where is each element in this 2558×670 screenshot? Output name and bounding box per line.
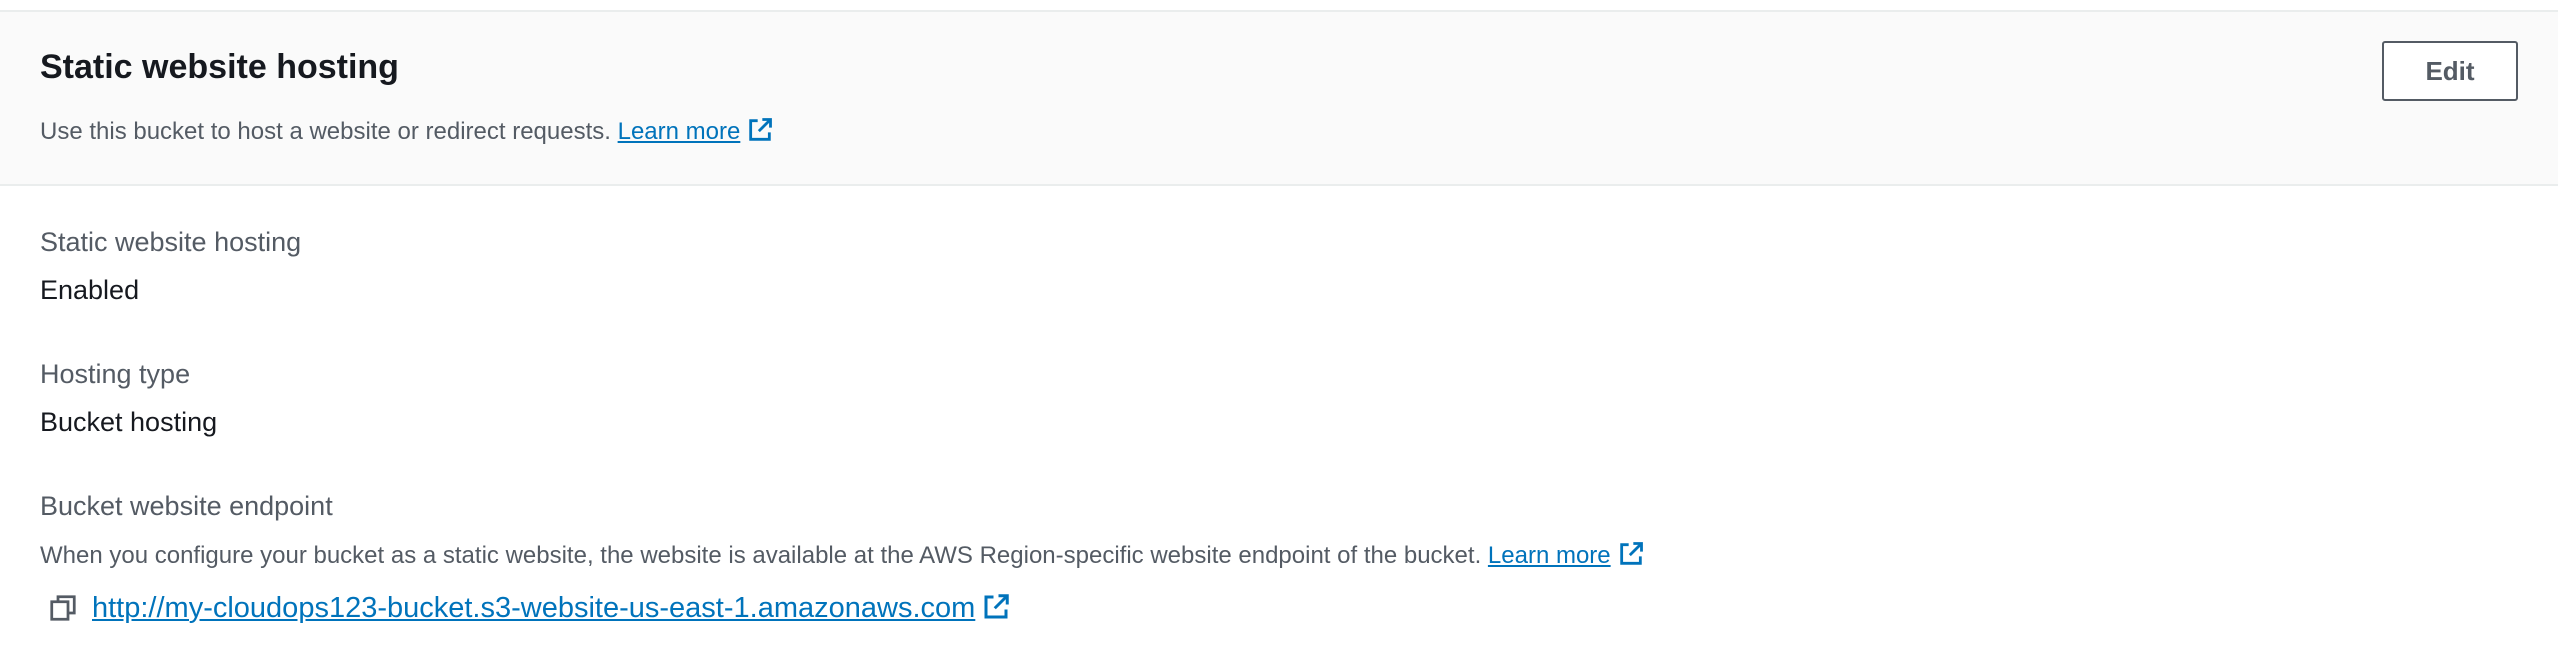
panel-title: Static website hosting — [40, 48, 399, 86]
hosting-status-value: Enabled — [40, 275, 140, 305]
edit-button[interactable]: Edit — [2382, 41, 2518, 101]
external-link-icon — [1619, 542, 1643, 565]
hosting-type-value: Bucket hosting — [40, 407, 218, 437]
external-link-icon — [984, 593, 1010, 618]
external-link-icon — [749, 118, 773, 141]
endpoint-url-link[interactable]: http://my-cloudops123-bucket.s3-website-… — [92, 592, 1011, 625]
learn-more-link[interactable]: Learn more — [618, 118, 775, 145]
endpoint-url-row: http://my-cloudops123-bucket.s3-website-… — [48, 588, 1011, 628]
copy-icon[interactable] — [48, 593, 78, 623]
panel-description: Use this bucket to host a website or red… — [40, 116, 774, 147]
hosting-type-label: Hosting type — [40, 359, 191, 389]
learn-more-label: Learn more — [617, 118, 741, 145]
top-divider — [0, 0, 2558, 12]
hosting-status-label: Static website hosting — [40, 227, 302, 257]
endpoint-label: Bucket website endpoint — [40, 491, 333, 521]
endpoint-learn-more-link[interactable]: Learn more — [1488, 542, 1645, 569]
endpoint-url-text: http://my-cloudops123-bucket.s3-website-… — [92, 591, 976, 624]
endpoint-description-text: When you configure your bucket as a stat… — [40, 542, 1482, 569]
static-website-hosting-panel: Static website hosting Use this bucket t… — [0, 0, 2558, 670]
panel-header: Static website hosting Use this bucket t… — [0, 12, 2558, 186]
endpoint-learn-more-label: Learn more — [1487, 542, 1611, 569]
panel-description-text: Use this bucket to host a website or red… — [40, 118, 611, 145]
endpoint-description: When you configure your bucket as a stat… — [40, 540, 1645, 571]
